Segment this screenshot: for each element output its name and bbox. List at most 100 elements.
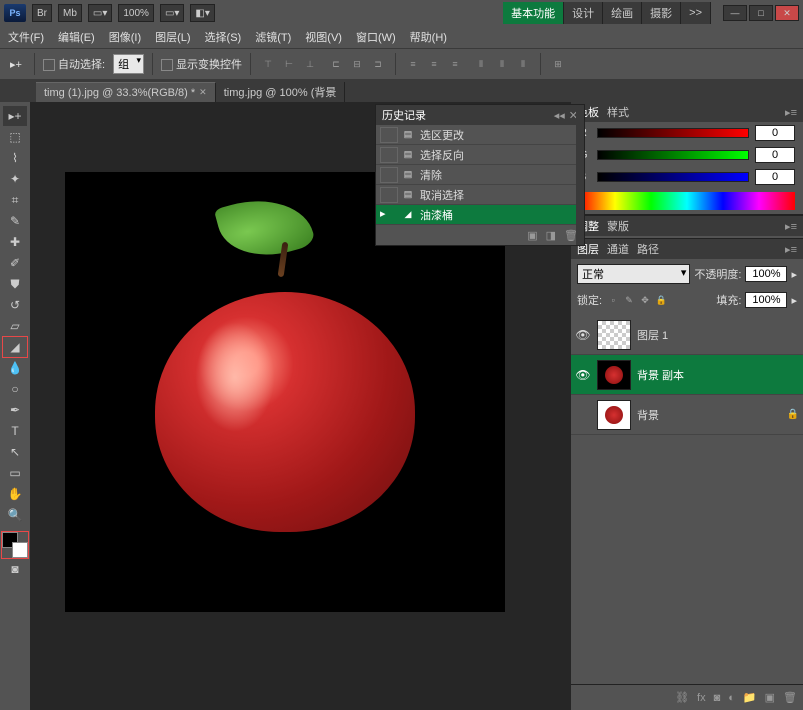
group-icon[interactable]: 📁 (743, 691, 757, 704)
link-layers-icon[interactable]: ⛓ (675, 691, 689, 704)
fill-arrow-icon[interactable]: ▸ (791, 294, 797, 307)
layer-style-icon[interactable]: fx (697, 692, 706, 704)
masks-tab[interactable]: 蒙版 (607, 218, 629, 234)
menu-window[interactable]: 窗口(W) (350, 27, 402, 47)
auto-align-icon[interactable]: ⊞ (549, 56, 567, 72)
history-item[interactable]: ▤清除 (376, 165, 584, 185)
history-item[interactable]: ▤选区更改 (376, 125, 584, 145)
history-item[interactable]: ▤选择反向 (376, 145, 584, 165)
panel-menu-icon[interactable]: ▸≡ (785, 220, 797, 233)
new-layer-icon[interactable]: ▣ (765, 691, 775, 704)
menu-image[interactable]: 图像(I) (103, 27, 147, 47)
visibility-icon[interactable]: 👁 (575, 328, 591, 342)
dist-3-icon[interactable]: ≡ (446, 56, 464, 72)
history-item-current[interactable]: ▸◢油漆桶 (376, 205, 584, 225)
delete-layer-icon[interactable]: 🗑 (783, 691, 797, 704)
auto-select-checkbox[interactable]: 自动选择: (43, 56, 105, 72)
crop-tool[interactable]: ⌗ (3, 190, 27, 210)
lasso-tool[interactable]: ⌇ (3, 148, 27, 168)
align-left-icon[interactable]: ⊏ (327, 56, 345, 72)
history-panel[interactable]: 历史记录 ◂◂ ✕ ▤选区更改 ▤选择反向 ▤清除 ▤取消选择 ▸◢油漆桶 ▣ … (375, 104, 585, 246)
dist-6-icon[interactable]: ⫴ (514, 56, 532, 72)
layer-thumbnail[interactable] (597, 360, 631, 390)
align-vcenter-icon[interactable]: ⊢ (280, 56, 298, 72)
maximize-button[interactable]: □ (749, 5, 773, 21)
workspace-more[interactable]: >> (681, 2, 711, 24)
color-spectrum[interactable] (579, 192, 795, 210)
menu-file[interactable]: 文件(F) (2, 27, 50, 47)
minimize-button[interactable]: — (723, 5, 747, 21)
zoom-tool[interactable]: 🔍 (3, 505, 27, 525)
document-tab-1[interactable]: timg (1).jpg @ 33.3%(RGB/8) * ✕ (36, 82, 216, 102)
marquee-tool[interactable]: ⬚ (3, 127, 27, 147)
scrollbar[interactable] (576, 105, 584, 245)
history-brush-tool[interactable]: ↺ (3, 295, 27, 315)
menu-filter[interactable]: 滤镜(T) (249, 27, 297, 47)
zoom-display[interactable]: 100% (118, 4, 154, 22)
eyedropper-tool[interactable]: ✎ (3, 211, 27, 231)
close-button[interactable]: ✕ (775, 5, 799, 21)
arrange-btn[interactable]: ▭▾ (160, 4, 184, 22)
opacity-input[interactable]: 100% (745, 266, 787, 282)
align-right-icon[interactable]: ⊐ (369, 56, 387, 72)
history-item[interactable]: ▤取消选择 (376, 185, 584, 205)
move-tool[interactable]: ▸+ (3, 106, 27, 126)
workspace-essentials[interactable]: 基本功能 (503, 2, 564, 24)
align-bottom-icon[interactable]: ⊥ (301, 56, 319, 72)
history-header[interactable]: 历史记录 ◂◂ ✕ (376, 105, 584, 125)
paths-tab[interactable]: 路径 (637, 241, 659, 257)
lock-all-icon[interactable]: 🔒 (654, 293, 668, 307)
menu-view[interactable]: 视图(V) (299, 27, 348, 47)
r-value[interactable]: 0 (755, 125, 795, 141)
adjustment-layer-icon[interactable]: ◐ (728, 692, 735, 704)
dist-1-icon[interactable]: ≡ (404, 56, 422, 72)
fill-input[interactable]: 100% (745, 292, 787, 308)
b-slider[interactable] (597, 172, 749, 182)
wand-tool[interactable]: ✦ (3, 169, 27, 189)
type-tool[interactable]: T (3, 421, 27, 441)
document-tab-2[interactable]: timg.jpg @ 100% (背景 (216, 82, 346, 102)
panel-menu-icon[interactable]: ▸≡ (785, 106, 797, 119)
snapshot-icon[interactable]: ▣ (527, 229, 537, 242)
close-tab-icon[interactable]: ✕ (199, 87, 207, 98)
show-transform-checkbox[interactable]: 显示变换控件 (161, 56, 242, 72)
dist-5-icon[interactable]: ⫴ (493, 56, 511, 72)
menu-select[interactable]: 选择(S) (199, 27, 248, 47)
screen-mode-btn[interactable]: ▭▾ (88, 4, 112, 22)
menu-help[interactable]: 帮助(H) (404, 27, 453, 47)
layer-thumbnail[interactable] (597, 320, 631, 350)
g-slider[interactable] (597, 150, 749, 160)
lock-pixels-icon[interactable]: ✎ (622, 293, 636, 307)
lock-position-icon[interactable]: ✥ (638, 293, 652, 307)
mini-bridge-btn[interactable]: Mb (58, 4, 82, 22)
dist-2-icon[interactable]: ≡ (425, 56, 443, 72)
layer-mask-icon[interactable]: ◙ (714, 692, 721, 704)
brush-tool[interactable]: ✐ (3, 253, 27, 273)
g-value[interactable]: 0 (755, 147, 795, 163)
visibility-icon[interactable]: 👁 (575, 368, 591, 382)
layer-thumbnail[interactable] (597, 400, 631, 430)
history-tab[interactable]: 历史记录 (382, 107, 426, 123)
menu-layer[interactable]: 图层(L) (149, 27, 196, 47)
dist-4-icon[interactable]: ⫴ (472, 56, 490, 72)
b-value[interactable]: 0 (755, 169, 795, 185)
styles-tab[interactable]: 样式 (607, 104, 629, 120)
collapse-icon[interactable]: ◂◂ (554, 109, 565, 122)
align-top-icon[interactable]: ⊤ (259, 56, 277, 72)
align-hcenter-icon[interactable]: ⊟ (348, 56, 366, 72)
new-doc-icon[interactable]: ◨ (546, 229, 556, 242)
paint-bucket-tool[interactable]: ◢ (3, 337, 27, 357)
dodge-tool[interactable]: ○ (3, 379, 27, 399)
workspace-design[interactable]: 设计 (564, 2, 603, 24)
bridge-btn[interactable]: Br (32, 4, 52, 22)
stamp-tool[interactable]: ⛊ (3, 274, 27, 294)
auto-select-type[interactable]: 组 (113, 54, 144, 74)
channels-tab[interactable]: 通道 (607, 241, 629, 257)
eraser-tool[interactable]: ▱ (3, 316, 27, 336)
color-swatches[interactable] (2, 532, 28, 558)
extras-btn[interactable]: ◧▾ (190, 4, 214, 22)
layer-item-bg-copy[interactable]: 👁 背景 副本 (571, 355, 803, 395)
panel-menu-icon[interactable]: ▸≡ (785, 243, 797, 256)
layer-item-bg[interactable]: 背景 🔒 (571, 395, 803, 435)
opacity-arrow-icon[interactable]: ▸ (791, 268, 797, 281)
